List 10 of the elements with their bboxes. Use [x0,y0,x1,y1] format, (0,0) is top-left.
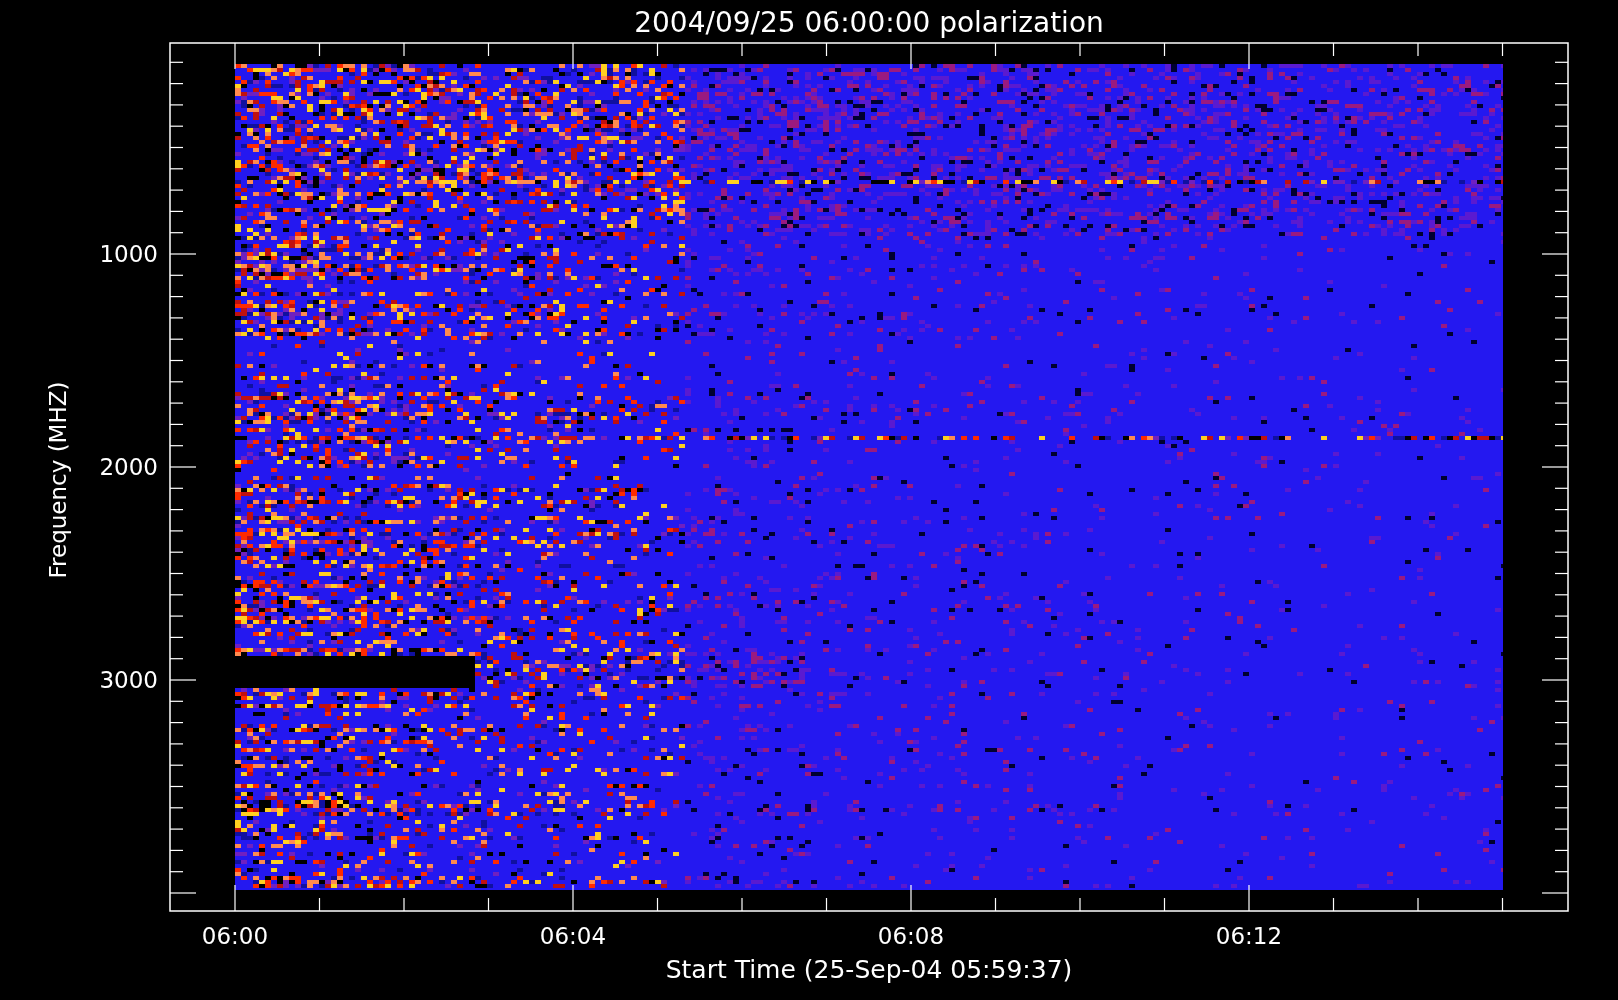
plot-title: 2004/09/25 06:00:00 polarization [634,6,1104,40]
x-tick-label: 06:08 [877,923,945,949]
y-tick-label: 2000 [99,454,158,480]
y-tick-label: 1000 [99,241,158,267]
x-tick-label: 06:12 [1215,923,1283,949]
x-tick-label: 06:04 [539,923,607,949]
y-tick-label: 3000 [99,667,158,693]
x-tick-label: 06:00 [201,923,269,949]
x-axis-title: Start Time (25-Sep-04 05:59:37) [665,955,1073,985]
y-axis-title: Frequency (MHZ) [45,381,71,579]
